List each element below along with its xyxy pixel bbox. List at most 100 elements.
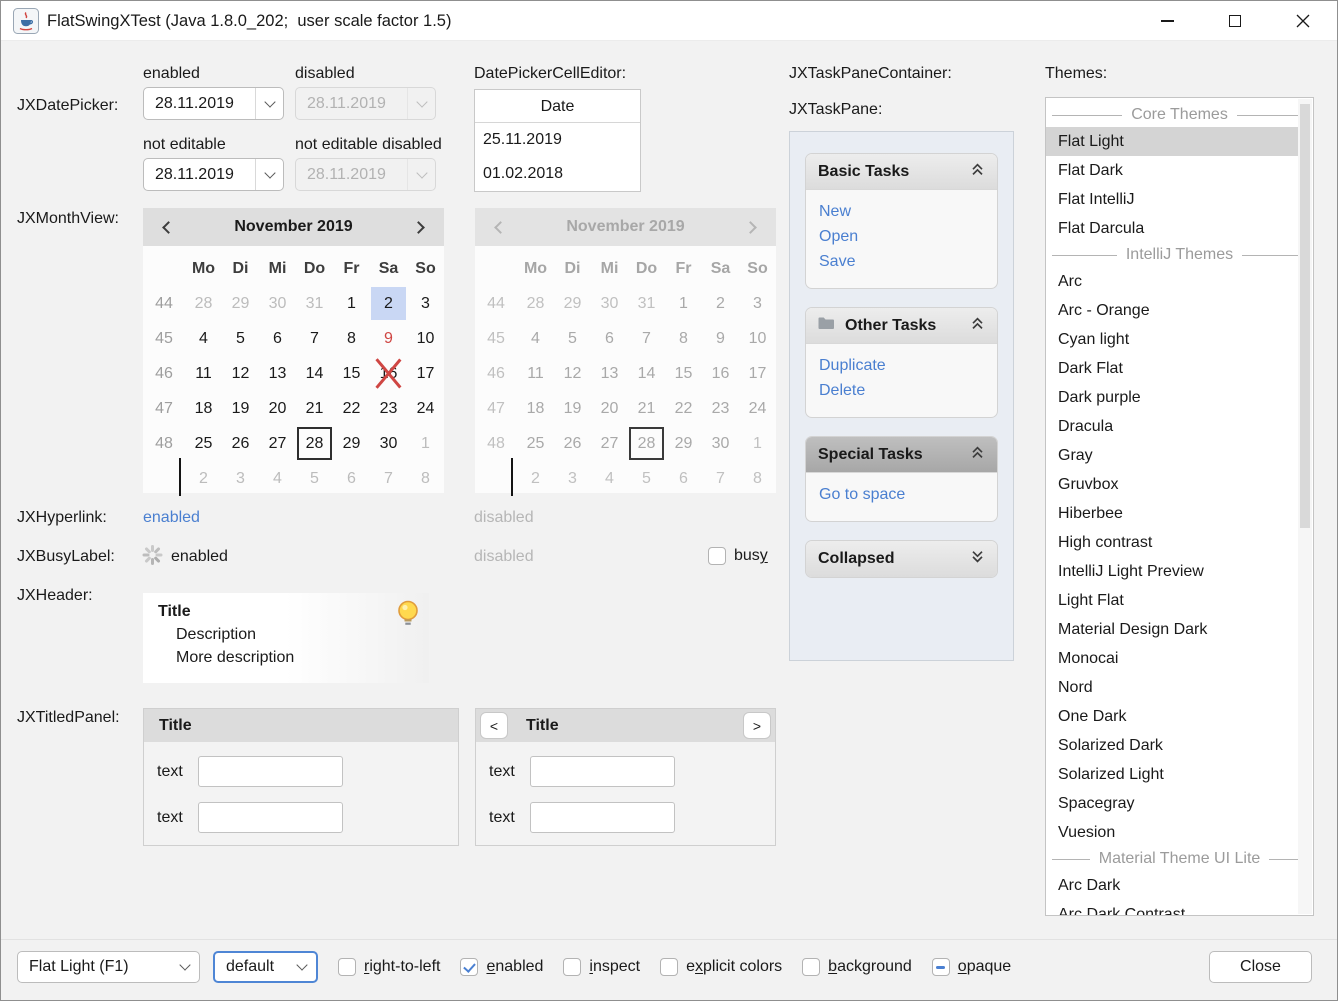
- calendar-day[interactable]: 28: [297, 427, 332, 460]
- busy-checkbox[interactable]: busy: [708, 547, 768, 565]
- text-input[interactable]: [198, 756, 343, 787]
- calendar-day[interactable]: 7: [371, 462, 406, 495]
- calendar-day[interactable]: 18: [186, 392, 221, 425]
- theme-item-flat-light[interactable]: Flat Light: [1046, 127, 1298, 156]
- theme-combobox[interactable]: Flat Light (F1): [17, 951, 200, 983]
- calendar-day[interactable]: 5: [297, 462, 332, 495]
- theme-item-gray[interactable]: Gray: [1046, 441, 1298, 470]
- calendar-day[interactable]: 12: [223, 357, 258, 390]
- theme-item-arc-dark[interactable]: Arc Dark: [1046, 871, 1298, 900]
- theme-item-dark-flat[interactable]: Dark Flat: [1046, 354, 1298, 383]
- theme-item-cyan-light[interactable]: Cyan light: [1046, 325, 1298, 354]
- calendar-day[interactable]: 2: [186, 462, 221, 495]
- taskpane-action-open[interactable]: Open: [819, 228, 984, 246]
- calendar-day[interactable]: 4: [186, 322, 221, 355]
- theme-item-vuesion[interactable]: Vuesion: [1046, 818, 1298, 847]
- checkbox-inspect[interactable]: inspect: [563, 958, 640, 976]
- calendar-day[interactable]: 8: [408, 462, 443, 495]
- minimize-button[interactable]: [1133, 1, 1201, 41]
- date-cell[interactable]: 25.11.2019: [475, 123, 640, 157]
- calendar-day[interactable]: 29: [223, 287, 258, 320]
- theme-item-one-dark[interactable]: One Dark: [1046, 702, 1298, 731]
- theme-item-flat-darcula[interactable]: Flat Darcula: [1046, 214, 1298, 243]
- calendar-day[interactable]: 3: [408, 287, 443, 320]
- calendar-day[interactable]: 4: [260, 462, 295, 495]
- theme-item-nord[interactable]: Nord: [1046, 673, 1298, 702]
- taskpane-action-new[interactable]: New: [819, 203, 984, 221]
- calendar-day[interactable]: 15: [334, 357, 369, 390]
- calendar-day[interactable]: 1: [408, 427, 443, 460]
- taskpane-header[interactable]: Other Tasks: [806, 308, 997, 344]
- calendar-day[interactable]: 13: [260, 357, 295, 390]
- checkbox-explicit-colors[interactable]: explicit colors: [660, 958, 782, 976]
- calendar-prev-button[interactable]: [158, 219, 174, 235]
- calendar-day[interactable]: 11: [186, 357, 221, 390]
- theme-item-gruvbox[interactable]: Gruvbox: [1046, 470, 1298, 499]
- theme-item-arc[interactable]: Arc: [1046, 267, 1298, 296]
- text-input[interactable]: [198, 802, 343, 833]
- next-button[interactable]: >: [743, 712, 771, 739]
- theme-item-arc-dark-contrast[interactable]: Arc Dark Contrast: [1046, 900, 1298, 916]
- font-size-combobox[interactable]: default: [213, 951, 318, 983]
- calendar-day[interactable]: 9: [371, 322, 406, 355]
- datepicker-dropdown-button[interactable]: [256, 173, 283, 177]
- theme-item-flat-dark[interactable]: Flat Dark: [1046, 156, 1298, 185]
- taskpane-header[interactable]: Special Tasks: [806, 437, 997, 473]
- calendar-day[interactable]: 8: [334, 322, 369, 355]
- calendar-day[interactable]: 30: [371, 427, 406, 460]
- close-button[interactable]: Close: [1209, 951, 1312, 983]
- theme-item-flat-intellij[interactable]: Flat IntelliJ: [1046, 185, 1298, 214]
- calendar-day[interactable]: 29: [334, 427, 369, 460]
- calendar-day[interactable]: 3: [223, 462, 258, 495]
- theme-item-light-flat[interactable]: Light Flat: [1046, 586, 1298, 615]
- taskpane-header[interactable]: Basic Tasks: [806, 154, 997, 190]
- taskpane-action-delete[interactable]: Delete: [819, 382, 984, 400]
- theme-item-high-contrast[interactable]: High contrast: [1046, 528, 1298, 557]
- datepicker-field[interactable]: 28.11.2019: [143, 87, 284, 120]
- theme-item-intellij-light-preview[interactable]: IntelliJ Light Preview: [1046, 557, 1298, 586]
- text-input[interactable]: [530, 756, 675, 787]
- calendar-day[interactable]: 23: [371, 392, 406, 425]
- calendar-day[interactable]: 14: [297, 357, 332, 390]
- theme-item-monocai[interactable]: Monocai: [1046, 644, 1298, 673]
- calendar-day[interactable]: 5: [223, 322, 258, 355]
- calendar-day[interactable]: 22: [334, 392, 369, 425]
- theme-item-solarized-dark[interactable]: Solarized Dark: [1046, 731, 1298, 760]
- checkbox-background[interactable]: background: [802, 958, 912, 976]
- theme-item-spacegray[interactable]: Spacegray: [1046, 789, 1298, 818]
- maximize-button[interactable]: [1201, 1, 1269, 41]
- text-input[interactable]: [530, 802, 675, 833]
- datepicker-field[interactable]: 28.11.2019: [143, 158, 284, 191]
- hyperlink-enabled[interactable]: enabled: [143, 509, 200, 527]
- scrollbar-thumb[interactable]: [1300, 104, 1310, 528]
- calendar-day[interactable]: 31: [297, 287, 332, 320]
- calendar-day[interactable]: 20: [260, 392, 295, 425]
- theme-item-solarized-light[interactable]: Solarized Light: [1046, 760, 1298, 789]
- calendar-day[interactable]: 24: [408, 392, 443, 425]
- calendar-day[interactable]: 1: [334, 287, 369, 320]
- checkbox-enabled[interactable]: enabled: [460, 958, 543, 976]
- calendar-next-button[interactable]: [413, 219, 429, 235]
- close-window-button[interactable]: [1269, 1, 1337, 41]
- prev-button[interactable]: <: [480, 712, 508, 739]
- calendar-day[interactable]: 28: [186, 287, 221, 320]
- calendar-day[interactable]: 19: [223, 392, 258, 425]
- theme-item-dracula[interactable]: Dracula: [1046, 412, 1298, 441]
- calendar-day[interactable]: 21: [297, 392, 332, 425]
- calendar-day[interactable]: 26: [223, 427, 258, 460]
- calendar-day[interactable]: 10: [408, 322, 443, 355]
- date-cell[interactable]: 01.02.2018: [475, 157, 640, 191]
- checkbox-right-to-left[interactable]: right-to-left: [338, 958, 440, 976]
- calendar-day[interactable]: 7: [297, 322, 332, 355]
- calendar-day[interactable]: 27: [260, 427, 295, 460]
- calendar-day[interactable]: 6: [334, 462, 369, 495]
- taskpane-action-duplicate[interactable]: Duplicate: [819, 357, 984, 375]
- calendar-day[interactable]: 16: [371, 357, 406, 390]
- taskpane-header[interactable]: Collapsed: [806, 541, 997, 577]
- theme-item-hiberbee[interactable]: Hiberbee: [1046, 499, 1298, 528]
- date-column-header[interactable]: Date: [475, 90, 640, 123]
- theme-item-arc-orange[interactable]: Arc - Orange: [1046, 296, 1298, 325]
- theme-item-material-design-dark[interactable]: Material Design Dark: [1046, 615, 1298, 644]
- checkbox-opaque[interactable]: opaque: [932, 958, 1011, 976]
- calendar-day[interactable]: 2: [371, 287, 406, 320]
